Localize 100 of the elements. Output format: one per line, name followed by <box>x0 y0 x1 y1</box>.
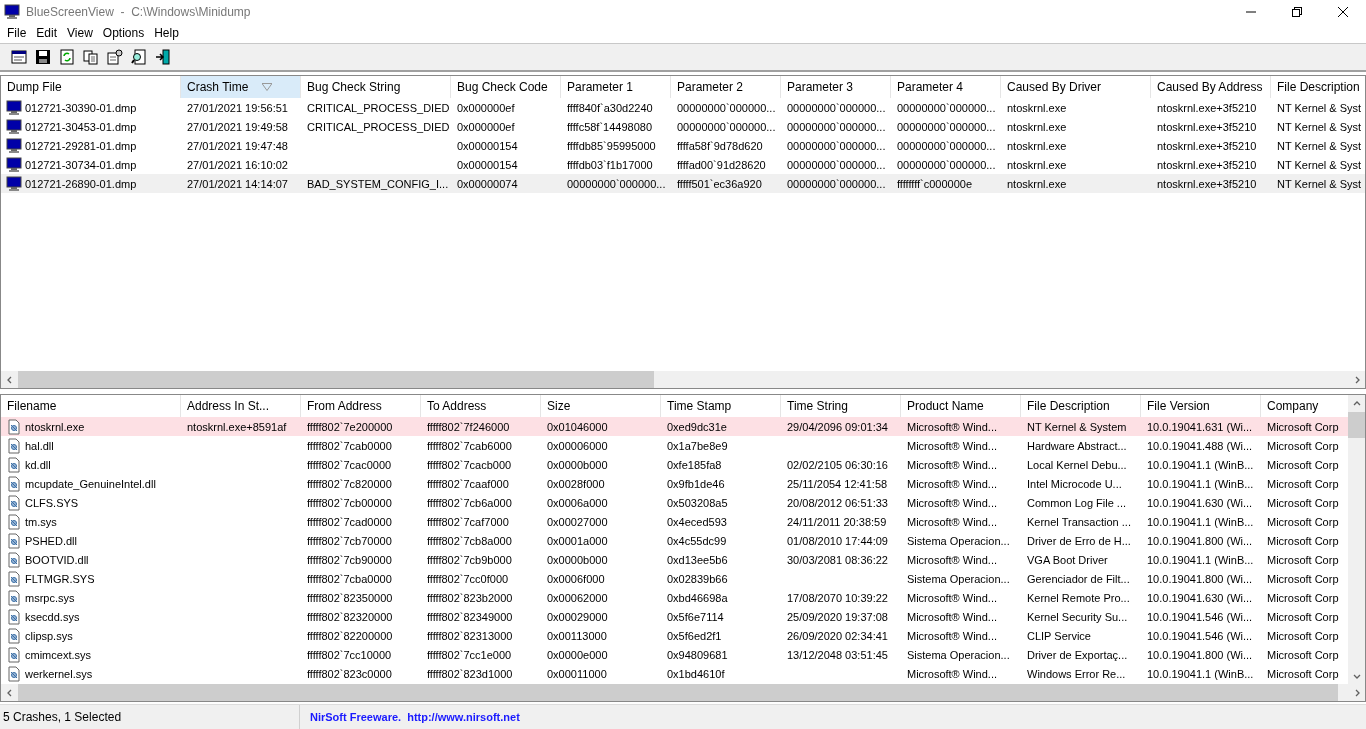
scrollbar-thumb[interactable] <box>18 371 654 388</box>
column-label: Caused By Address <box>1157 80 1263 94</box>
status-text: 5 Crashes, 1 Selected <box>0 705 300 729</box>
file-icon <box>6 513 22 530</box>
table-row[interactable]: ntoskrnl.exe ntoskrnl.exe+8591af fffff802`7e200000 fffff802`7f246000 0x01046000 0xed9dc31e 29/04/2096 09:01:34 Microsoft® Wind... NT Kernel & System 10.0.19041.631 (Wi... Microsoft Corp <box>1 417 1348 436</box>
menu-item[interactable]: Edit <box>31 26 63 40</box>
table-row[interactable]: werkernel.sys fffff802`823c0000 fffff802`823d1000 0x00011000 0x1bd4610f Microsoft® Wind... Windows Error Re... 10.0.19041.1 (WinB... Microsoft Corp <box>1 664 1348 683</box>
table-cell-text: 00000000`000000... <box>676 120 777 133</box>
table-row[interactable]: 012721-29281-01.dmp 27/01/2021 19:47:48 0x00000154 ffffdb85`95995000 ffffa58f`9d78d620 00000000`000000... 00000000`000000... ntoskrnl.exe ntoskrnl.exe+3f5210 NT Kernel & Syst <box>1 136 1365 155</box>
file-icon <box>6 570 22 587</box>
column-header[interactable]: Parameter 4 <box>891 76 1001 98</box>
column-label: From Address <box>307 399 382 413</box>
horizontal-scrollbar[interactable] <box>1 371 1365 388</box>
table-cell-text: 0x94809681 <box>666 648 729 661</box>
column-header[interactable]: File Description <box>1271 76 1365 98</box>
table-cell-text: 0x00000154 <box>456 139 519 152</box>
table-row[interactable]: clipsp.sys fffff802`82200000 fffff802`82313000 0x00113000 0x5f6ed2f1 26/09/2020 02:34:41 Microsoft® Wind... CLIP Service 10.0.19041.546 (Wi... Microsoft Corp <box>1 626 1348 645</box>
table-row[interactable]: cmimcext.sys fffff802`7cc10000 fffff802`7cc1e000 0x0000e000 0x94809681 13/12/2048 03:51:45 Sistema Operacion... Driver de Exportaç... 10.0.19041.800 (Wi... Microsoft Corp <box>1 645 1348 664</box>
file-icon <box>6 627 22 644</box>
table-cell-text: Microsoft Corp <box>1266 553 1340 566</box>
table-row[interactable]: mcupdate_GenuineIntel.dll fffff802`7c820000 fffff802`7caaf000 0x0028f000 0x9fb1de46 25/11/2054 12:41:58 Microsoft® Wind... Intel Microcode U... 10.0.19041.1 (WinB... Microsoft Corp <box>1 474 1348 493</box>
table-cell-text: Microsoft Corp <box>1266 572 1340 585</box>
column-header[interactable]: Crash Time <box>181 76 301 98</box>
table-row[interactable]: 012721-26890-01.dmp 27/01/2021 14:14:07 BAD_SYSTEM_CONFIG_I... 0x00000074 00000000`000000... fffff501`ec36a920 00000000`000000... ffffffff`c000000e ntoskrnl.exe ntoskrnl.exe+3f5210 NT Kernel & Syst <box>1 174 1365 193</box>
table-cell-text: 00000000`000000... <box>786 158 887 171</box>
table-cell-text: 012721-30453-01.dmp <box>24 120 137 133</box>
table-cell-text: 0x0000b000 <box>546 553 609 566</box>
table-cell-text: 0x0000e000 <box>546 648 609 661</box>
column-label: Bug Check String <box>307 80 401 94</box>
menu-item[interactable]: File <box>2 26 32 40</box>
table-cell-text: Microsoft Corp <box>1266 648 1340 661</box>
refresh-icon <box>59 49 75 65</box>
menu-item[interactable]: View <box>62 26 98 40</box>
table-row[interactable]: CLFS.SYS fffff802`7cb00000 fffff802`7cb6a000 0x0006a000 0x503208a5 20/08/2012 06:51:33 Microsoft® Wind... Common Log File ... 10.0.19041.630 (Wi... Microsoft Corp <box>1 493 1348 512</box>
column-header[interactable]: Caused By Address <box>1151 76 1271 98</box>
menu-item[interactable]: Help <box>149 26 184 40</box>
table-row[interactable]: hal.dll fffff802`7cab0000 fffff802`7cab6000 0x00006000 0x1a7be8e9 Microsoft® Wind... Hardware Abstract... 10.0.19041.488 (Wi... Microsoft Corp <box>1 436 1348 455</box>
table-cell-text: 0xfe185fa8 <box>666 458 723 471</box>
table-cell-text: ffffdb03`f1b17000 <box>566 158 654 171</box>
table-cell-text: PSHED.dll <box>24 534 77 547</box>
table-row[interactable]: FLTMGR.SYS fffff802`7cba0000 fffff802`7cc0f000 0x0006f000 0x02839b66 Sistema Operacion... Gerenciador de Filt... 10.0.19041.800 (Wi... Microsoft Corp <box>1 569 1348 588</box>
sort-icon <box>262 83 273 91</box>
table-cell-text: Hardware Abstract... <box>1026 439 1128 452</box>
table-cell-text: ntoskrnl.exe+3f5210 <box>1156 158 1258 171</box>
search-icon <box>131 49 147 65</box>
table-cell-text: fffff802`7cc1e000 <box>426 648 513 661</box>
table-cell-text: Kernel Remote Pro... <box>1026 591 1131 604</box>
table-row[interactable]: tm.sys fffff802`7cad0000 fffff802`7caf7000 0x00027000 0x4eced593 24/11/2011 20:38:59 Microsoft® Wind... Kernel Transaction ... 10.0.19041.1 (WinB... Microsoft Corp <box>1 512 1348 531</box>
column-header[interactable]: Parameter 3 <box>781 76 891 98</box>
file-icon <box>6 456 22 473</box>
table-cell-text: 0x0028f000 <box>546 477 606 490</box>
column-label: Product Name <box>907 399 984 413</box>
table-cell-text: ntoskrnl.exe <box>1006 139 1068 152</box>
table-row[interactable]: BOOTVID.dll fffff802`7cb90000 fffff802`7cb9b000 0x0000b000 0xd13ee5b6 30/03/2081 08:36:22 Microsoft® Wind... VGA Boot Driver 10.0.19041.1 (WinB... Microsoft Corp <box>1 550 1348 569</box>
table-cell-text: 10.0.19041.1 (WinB... <box>1146 477 1255 490</box>
column-header[interactable]: Caused By Driver <box>1001 76 1151 98</box>
save-icon <box>35 49 51 65</box>
table-cell-text: fffff802`823c0000 <box>306 667 393 680</box>
table-cell-text: Microsoft® Wind... <box>906 667 998 680</box>
table-cell-text: Microsoft Corp <box>1266 667 1340 680</box>
table-cell-text: 0x1a7be8e9 <box>666 439 729 452</box>
table-cell-text: 25/09/2020 19:37:08 <box>786 610 889 623</box>
file-icon <box>6 665 22 682</box>
table-cell-text: fffff802`7e200000 <box>306 420 394 433</box>
table-row[interactable]: 012721-30390-01.dmp 27/01/2021 19:56:51 CRITICAL_PROCESS_DIED 0x000000ef ffff840f`a30d2240 00000000`000000... 00000000`000000... 00000000`000000... ntoskrnl.exe ntoskrnl.exe+3f5210 NT Kernel & Syst <box>1 98 1365 117</box>
column-header[interactable]: Parameter 2 <box>671 76 781 98</box>
table-cell-text: 012721-30734-01.dmp <box>24 158 137 171</box>
table-row[interactable]: kd.dll fffff802`7cac0000 fffff802`7cacb000 0x0000b000 0xfe185fa8 02/02/2105 06:30:16 Microsoft® Wind... Local Kernel Debu... 10.0.19041.1 (WinB... Microsoft Corp <box>1 455 1348 474</box>
scroll-left-icon[interactable] <box>5 688 14 697</box>
vertical-scrollbar[interactable] <box>1348 395 1365 684</box>
table-cell-text: fffff802`7cc10000 <box>306 648 393 661</box>
table-row[interactable]: PSHED.dll fffff802`7cb70000 fffff802`7cb8a000 0x0001a000 0x4c55dc99 01/08/2010 17:44:09 Sistema Operacion... Driver de Erro de H... 10.0.19041.800 (Wi... Microsoft Corp <box>1 531 1348 550</box>
table-row[interactable]: ksecdd.sys fffff802`82320000 fffff802`82349000 0x00029000 0x5f6e7114 25/09/2020 19:37:08 Microsoft® Wind... Kernel Security Su... 10.0.19041.546 (Wi... Microsoft Corp <box>1 607 1348 626</box>
scrollbar-thumb[interactable] <box>1348 412 1365 438</box>
table-row[interactable]: 012721-30734-01.dmp 27/01/2021 16:10:02 0x00000154 ffffdb03`f1b17000 ffffad00`91d28620 00000000`000000... 00000000`000000... ntoskrnl.exe ntoskrnl.exe+3f5210 NT Kernel & Syst <box>1 155 1365 174</box>
report-button[interactable] <box>104 46 126 68</box>
table-cell-text: fffff802`7cb70000 <box>306 534 393 547</box>
table-cell-text: fffff802`7cac0000 <box>306 458 393 471</box>
menu-item[interactable]: Options <box>97 26 150 40</box>
column-header[interactable]: Parameter 1 <box>561 76 671 98</box>
table-row[interactable]: 012721-30453-01.dmp 27/01/2021 19:49:58 CRITICAL_PROCESS_DIED 0x000000ef ffffc58f`14498080 00000000`000000... 00000000`000000... 00000000`000000... ntoskrnl.exe ntoskrnl.exe+3f5210 NT Kernel & Syst <box>1 117 1365 136</box>
table-cell-text: fffff802`82350000 <box>306 591 394 604</box>
table-cell-text: 27/01/2021 14:14:07 <box>186 177 289 190</box>
table-cell-text: 0x01046000 <box>546 420 609 433</box>
table-cell-text: 00000000`000000... <box>786 101 887 114</box>
column-header[interactable]: Bug Check String <box>301 76 451 98</box>
table-cell-text: Microsoft Corp <box>1266 610 1340 623</box>
column-header[interactable]: Bug Check Code <box>451 76 561 98</box>
column-label: Time Stamp <box>667 399 732 413</box>
table-cell-text: fffff802`7c820000 <box>306 477 393 490</box>
table-cell-text: Microsoft® Wind... <box>906 610 998 623</box>
scroll-up-icon[interactable] <box>1352 399 1361 408</box>
column-label: File Version <box>1147 399 1210 413</box>
table-cell-text: 10.0.19041.1 (WinB... <box>1146 458 1255 471</box>
table-cell-text: ffffdb85`95995000 <box>566 139 657 152</box>
table-cell-text: hal.dll <box>24 439 54 452</box>
website-link[interactable]: NirSoft Freeware. http://www.nirsoft.net <box>300 711 520 723</box>
table-cell-text: fffff802`823b2000 <box>426 591 514 604</box>
table-row[interactable]: msrpc.sys fffff802`82350000 fffff802`823b2000 0x00062000 0xbd46698a 17/08/2070 10:39:22 Microsoft® Wind... Kernel Remote Pro... 10.0.19041.630 (Wi... Microsoft Corp <box>1 588 1348 607</box>
scroll-left-icon[interactable] <box>5 375 14 384</box>
